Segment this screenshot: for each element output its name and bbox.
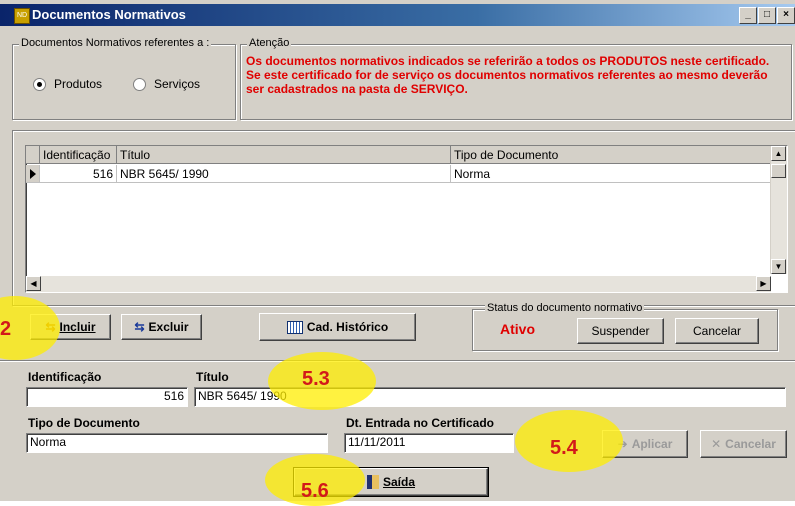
tipo-label: Tipo de Documento xyxy=(28,416,140,430)
col-header-identificacao[interactable]: Identificação xyxy=(40,146,117,164)
scroll-thumb[interactable] xyxy=(771,164,786,178)
radio-servicos-dot[interactable] xyxy=(133,77,146,91)
excluir-button[interactable]: ⇆ Excluir xyxy=(121,314,202,340)
aplicar-label: Aplicar xyxy=(631,437,673,451)
cancel-x-icon: ✕ xyxy=(711,437,722,451)
scope-groupbox: Documentos Normativos referentes a : Pro… xyxy=(12,37,236,120)
status-label: Status do documento normativo xyxy=(485,302,645,314)
grid-vertical-scrollbar[interactable]: ▲ ▼ xyxy=(770,146,787,274)
minus-icon: ⇆ xyxy=(134,320,145,334)
minimize-button[interactable]: _ xyxy=(739,7,757,24)
incluir-label: Incluir xyxy=(59,320,96,334)
annotation-label-5-4: 5.4 xyxy=(550,437,578,459)
exit-door-icon xyxy=(366,475,379,489)
grid-corner xyxy=(26,146,40,164)
data-label: Dt. Entrada no Certificado xyxy=(346,416,495,430)
form-cancelar-button[interactable]: ✕ Cancelar xyxy=(700,430,787,458)
cell-titulo[interactable]: NBR 5645/ 1990 xyxy=(117,165,451,183)
col-header-titulo[interactable]: Título xyxy=(117,146,451,164)
calendar-icon xyxy=(286,320,303,334)
tipo-field[interactable]: Norma xyxy=(26,433,328,453)
attention-message: Os documentos normativos indicados se re… xyxy=(246,54,770,96)
radio-servicos[interactable]: Serviços xyxy=(133,77,200,91)
radio-servicos-label: Serviços xyxy=(154,77,201,91)
radio-produtos[interactable]: Produtos xyxy=(33,77,102,91)
attention-label: Atenção xyxy=(247,37,292,49)
scroll-left-icon[interactable]: ◀ xyxy=(26,276,41,291)
radio-produtos-dot[interactable] xyxy=(33,77,46,91)
scroll-right-icon[interactable]: ▶ xyxy=(756,276,771,291)
cell-tipo[interactable]: Norma xyxy=(451,165,771,183)
scope-label: Documentos Normativos referentes a : xyxy=(19,37,212,49)
form-cancelar-label: Cancelar xyxy=(725,437,776,451)
data-field[interactable]: 11/11/2011 xyxy=(344,433,514,453)
status-value: Ativo xyxy=(500,321,535,337)
maximize-button[interactable]: □ xyxy=(758,7,776,24)
title-bar[interactable]: ND Documentos Normativos _ □ × xyxy=(0,4,795,26)
annotation-label-2: 2 xyxy=(0,318,12,340)
row-indicator[interactable] xyxy=(26,165,40,183)
documentos-normativos-window: ND Documentos Normativos _ □ × Documento… xyxy=(0,0,795,506)
identificacao-label: Identificação xyxy=(28,370,102,384)
close-button[interactable]: × xyxy=(777,7,795,24)
excluir-label: Excluir xyxy=(148,320,189,334)
col-header-tipo[interactable]: Tipo de Documento xyxy=(451,146,771,164)
documents-grid[interactable]: Identificação Título Tipo de Documento 5… xyxy=(25,145,788,293)
radio-produtos-label: Produtos xyxy=(54,77,103,91)
separator xyxy=(0,360,795,362)
grid-horizontal-scrollbar[interactable]: ◀ ▶ xyxy=(26,276,771,292)
historico-label: Cad. Histórico xyxy=(306,320,389,334)
app-icon: ND xyxy=(14,8,30,24)
identificacao-field[interactable]: 516 xyxy=(26,387,188,407)
window-title: Documentos Normativos xyxy=(32,7,186,22)
titulo-label: Título xyxy=(196,370,229,384)
annotation-label-5-6: 5.6 xyxy=(301,480,329,502)
scroll-up-icon[interactable]: ▲ xyxy=(771,146,786,161)
cell-identificacao[interactable]: 516 xyxy=(40,165,117,183)
annotation-label-5-3: 5.3 xyxy=(302,368,330,390)
status-cancelar-button[interactable]: Cancelar xyxy=(675,318,759,344)
scroll-down-icon[interactable]: ▼ xyxy=(771,259,786,274)
historico-button[interactable]: Cad. Histórico xyxy=(259,313,416,341)
suspender-button[interactable]: Suspender xyxy=(577,318,664,344)
row-pointer-icon xyxy=(30,169,36,179)
saida-label: Saída xyxy=(382,475,415,489)
